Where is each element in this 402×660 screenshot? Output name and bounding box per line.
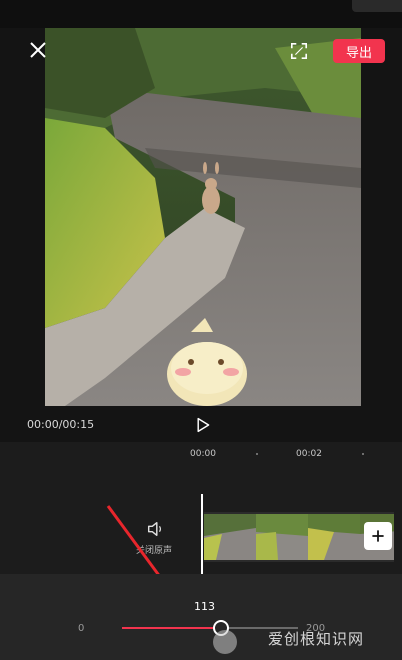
play-button[interactable] — [192, 414, 214, 436]
ruler-label-0: 00:00 — [190, 449, 216, 459]
mute-label: 关闭原声 — [136, 546, 173, 556]
speed-slider-fill — [122, 627, 222, 629]
export-button[interactable]: 导出 — [333, 39, 385, 63]
timeline-playhead[interactable] — [201, 494, 203, 574]
clip-thumbnail — [204, 514, 256, 560]
add-clip-button[interactable] — [364, 522, 392, 550]
speed-slider-value: 113 — [194, 600, 215, 613]
timecode-display: 00:00/00:15 — [27, 418, 95, 431]
clip-thumbnail — [308, 514, 360, 560]
ruler-dot — [256, 453, 258, 455]
video-frame-illustration — [45, 28, 361, 406]
play-icon — [197, 417, 210, 433]
fullscreen-button[interactable] — [288, 40, 310, 62]
plus-icon — [372, 530, 384, 542]
watermark: 爱创根知识网 — [268, 630, 365, 648]
close-button[interactable] — [26, 38, 50, 62]
video-preview[interactable] — [45, 28, 361, 406]
fullscreen-icon — [290, 42, 308, 60]
mute-original-audio-button[interactable]: 关闭原声 — [132, 518, 182, 558]
status-strip-tab — [352, 0, 402, 12]
speaker-icon — [147, 521, 162, 537]
speed-slider-min: 0 — [78, 623, 85, 634]
clip-thumbnail — [256, 514, 308, 560]
ruler-label-1: 00:02 — [296, 449, 322, 459]
ruler-dot — [362, 453, 364, 455]
touch-indicator — [213, 630, 237, 654]
status-strip — [0, 0, 402, 28]
close-icon — [30, 42, 46, 58]
